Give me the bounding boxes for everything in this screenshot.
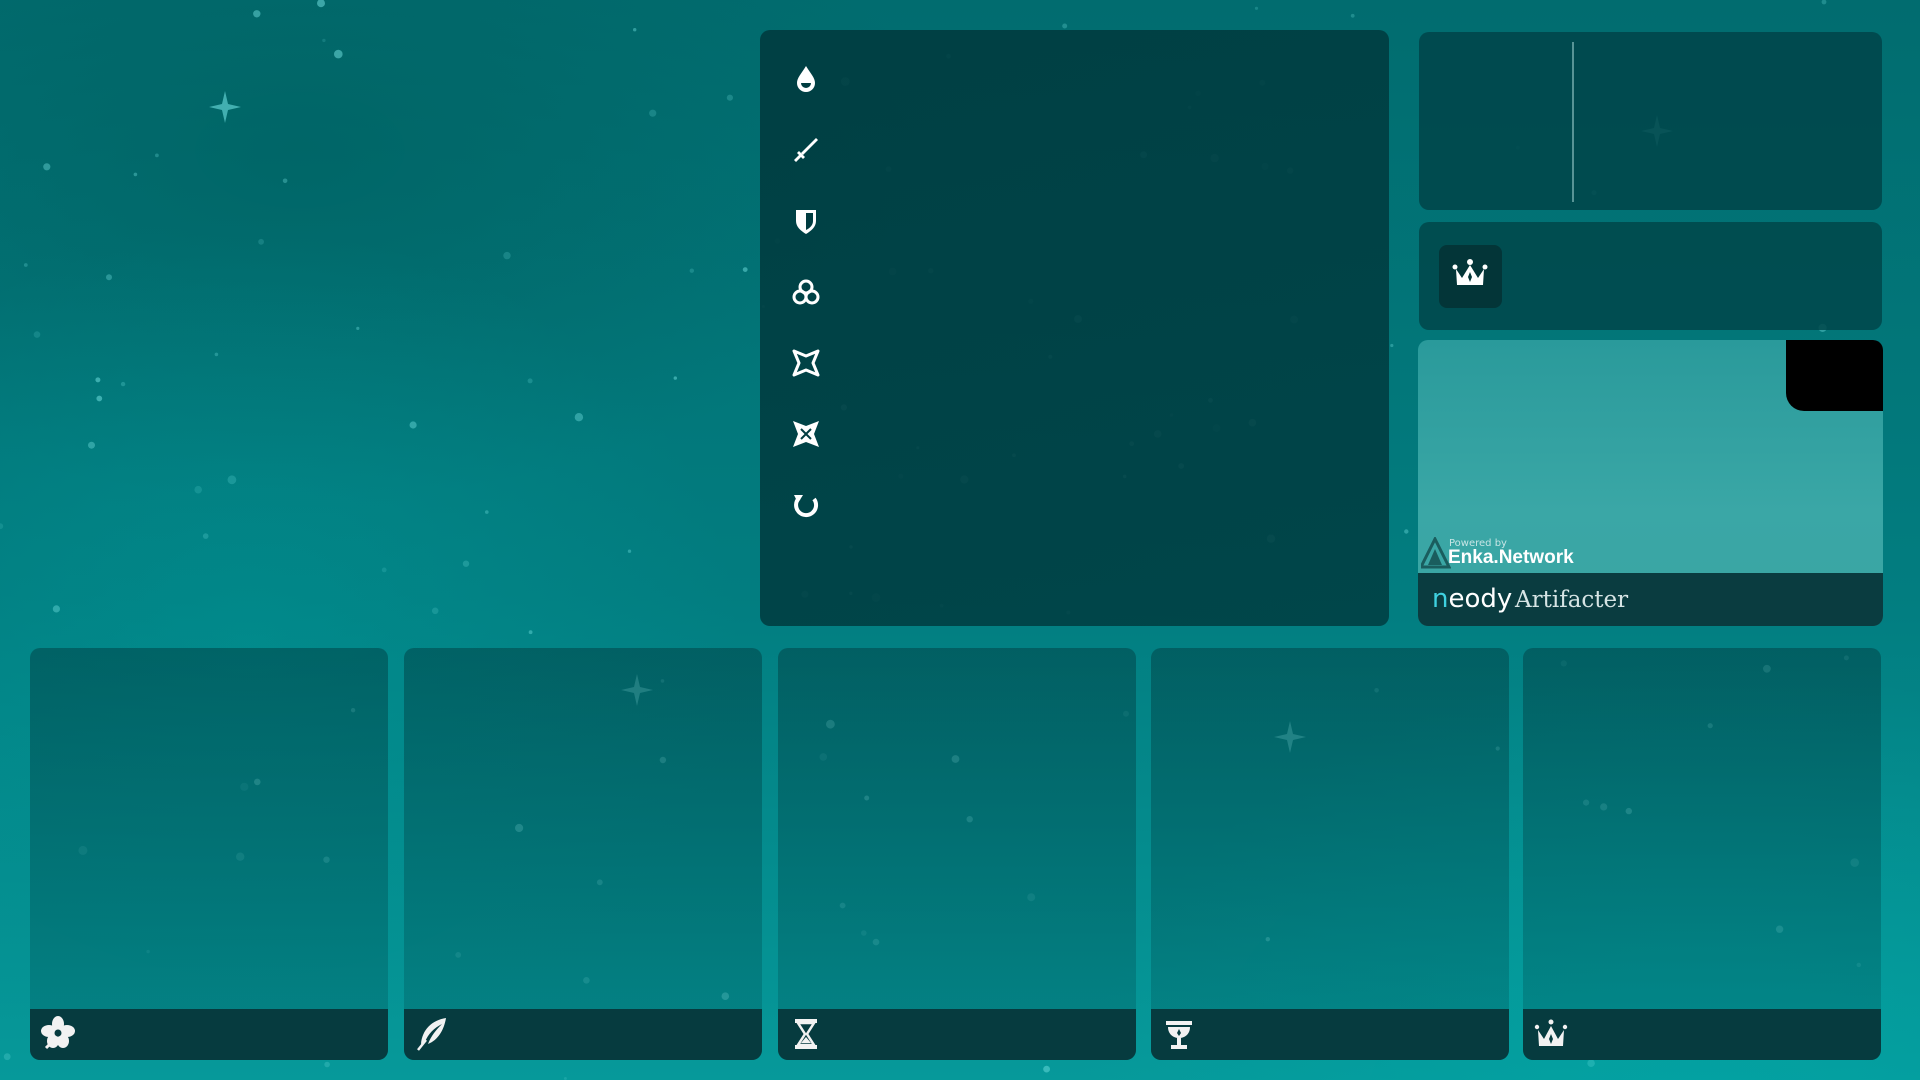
stats-panel	[760, 30, 1389, 626]
enka-network-label: Enka.Network	[1448, 547, 1574, 568]
sparkle-dot	[1587, 1059, 1595, 1067]
artifact-card-bar	[1523, 1009, 1881, 1060]
sparkle-dot	[1390, 343, 1394, 348]
sparkle-dot	[1043, 1065, 1050, 1073]
sparkle-dot	[324, 1061, 330, 1068]
artifacter-card-canvas: Powered by Enka.Network neody Artifacter	[0, 0, 1920, 1080]
neody-first-letter: n	[1432, 584, 1449, 614]
artifact-card-circlet	[1523, 648, 1881, 1060]
character-area	[0, 0, 740, 640]
def-icon	[790, 205, 822, 237]
sparkle-dot	[742, 267, 748, 272]
artifact-card-bar	[30, 1009, 388, 1060]
crown-icon	[1531, 1014, 1571, 1054]
artifact-card-sands	[778, 648, 1136, 1060]
sparkle-dot	[1404, 529, 1409, 534]
artifacter-label: Artifacter	[1515, 587, 1629, 613]
hp-icon	[790, 63, 822, 95]
artifact-card-bar	[404, 1009, 762, 1060]
artifact-card-bar	[1151, 1009, 1509, 1060]
circlet-crown-icon	[1439, 245, 1502, 308]
energy-recharge-icon	[790, 489, 822, 521]
neody-rest: eody	[1448, 584, 1513, 614]
enka-network-logo	[1421, 537, 1451, 569]
flower-icon	[38, 1014, 78, 1054]
crit-rate-icon	[790, 347, 822, 379]
artifact-card-goblet	[1151, 648, 1509, 1060]
sparkle-dot	[1821, 0, 1827, 5]
sparkle-dot	[3, 1053, 11, 1061]
hourglass-icon	[786, 1014, 826, 1054]
brand-corner-block	[1786, 340, 1883, 411]
elemental-mastery-icon	[790, 276, 822, 308]
artifact-card-flower	[30, 648, 388, 1060]
neody-logo-text: neody	[1432, 584, 1512, 614]
feather-icon	[412, 1014, 452, 1054]
sparkle-dot	[1350, 13, 1355, 18]
sparkle-dot	[1062, 23, 1068, 29]
goblet-icon	[1159, 1014, 1199, 1054]
info-divider	[1572, 42, 1574, 202]
sparkle-dot	[1254, 6, 1259, 10]
crit-dmg-icon	[790, 418, 822, 450]
artifact-card-bar	[778, 1009, 1136, 1060]
artifact-card-plume	[404, 648, 762, 1060]
atk-icon	[790, 134, 822, 166]
character-info-panel	[1419, 32, 1882, 210]
